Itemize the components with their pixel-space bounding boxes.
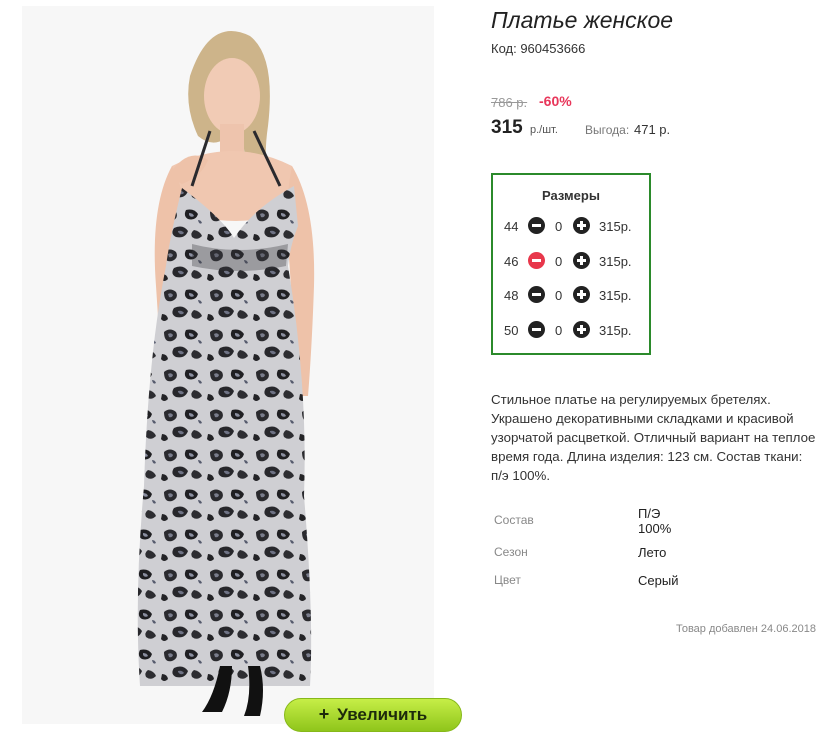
size-price: 315р. xyxy=(599,288,632,303)
attr-value-color: Серый xyxy=(638,573,679,588)
plus-icon[interactable] xyxy=(573,217,590,234)
size-label: 48 xyxy=(504,288,519,303)
price-unit: р./шт. xyxy=(530,124,558,136)
attr-value-composition: П/Э 100% xyxy=(638,506,671,536)
size-row-48: 48 0 315р. xyxy=(493,285,649,307)
product-title: Платье женское xyxy=(491,7,674,33)
minus-icon[interactable] xyxy=(528,217,545,234)
size-price: 315р. xyxy=(599,254,632,269)
zoom-button-label: Увеличить xyxy=(337,705,428,724)
size-label: 44 xyxy=(504,219,519,234)
size-price: 315р. xyxy=(599,219,632,234)
added-date: Товар добавлен 24.06.2018 xyxy=(675,623,816,635)
plus-icon[interactable] xyxy=(573,286,590,303)
plus-icon[interactable] xyxy=(573,321,590,338)
discount-badge: -60% xyxy=(539,93,572,109)
composition-line2: 100% xyxy=(638,521,672,536)
attr-label-season: Сезон xyxy=(494,545,528,559)
profit-label: Выгода: xyxy=(585,123,630,137)
sizes-title: Размеры xyxy=(542,188,600,203)
size-label: 46 xyxy=(504,254,519,269)
attr-label-composition: Состав xyxy=(494,513,534,527)
profit-value: 471 р. xyxy=(634,122,671,137)
plus-icon[interactable] xyxy=(573,252,590,269)
size-price: 315р. xyxy=(599,323,632,338)
sizes-panel: Размеры 44 0 315р. 46 0 315р. 48 0 315р.… xyxy=(491,173,651,355)
quantity-value: 0 xyxy=(555,288,563,303)
minus-icon[interactable] xyxy=(528,252,545,269)
product-description: Стильное платье на регулируемых бретелях… xyxy=(491,392,816,483)
minus-icon[interactable] xyxy=(528,321,545,338)
zoom-button[interactable]: + Увеличить xyxy=(284,698,462,732)
plus-icon: + xyxy=(318,704,330,724)
attr-value-season: Лето xyxy=(638,545,667,560)
product-photo[interactable] xyxy=(22,6,434,724)
attr-label-color: Цвет xyxy=(494,573,521,587)
size-row-44: 44 0 315р. xyxy=(493,216,649,238)
composition-line1: П/Э xyxy=(638,506,661,521)
quantity-value: 0 xyxy=(555,219,563,234)
current-price: 315 xyxy=(491,117,523,138)
size-row-50: 50 0 315р. xyxy=(493,320,649,342)
size-label: 50 xyxy=(504,323,519,338)
old-price: 786 р. xyxy=(491,95,528,110)
minus-icon[interactable] xyxy=(528,286,545,303)
quantity-value: 0 xyxy=(555,323,563,338)
size-row-46: 46 0 315р. xyxy=(493,251,649,273)
product-code: Код: 960453666 xyxy=(491,41,586,56)
quantity-value: 0 xyxy=(555,254,563,269)
